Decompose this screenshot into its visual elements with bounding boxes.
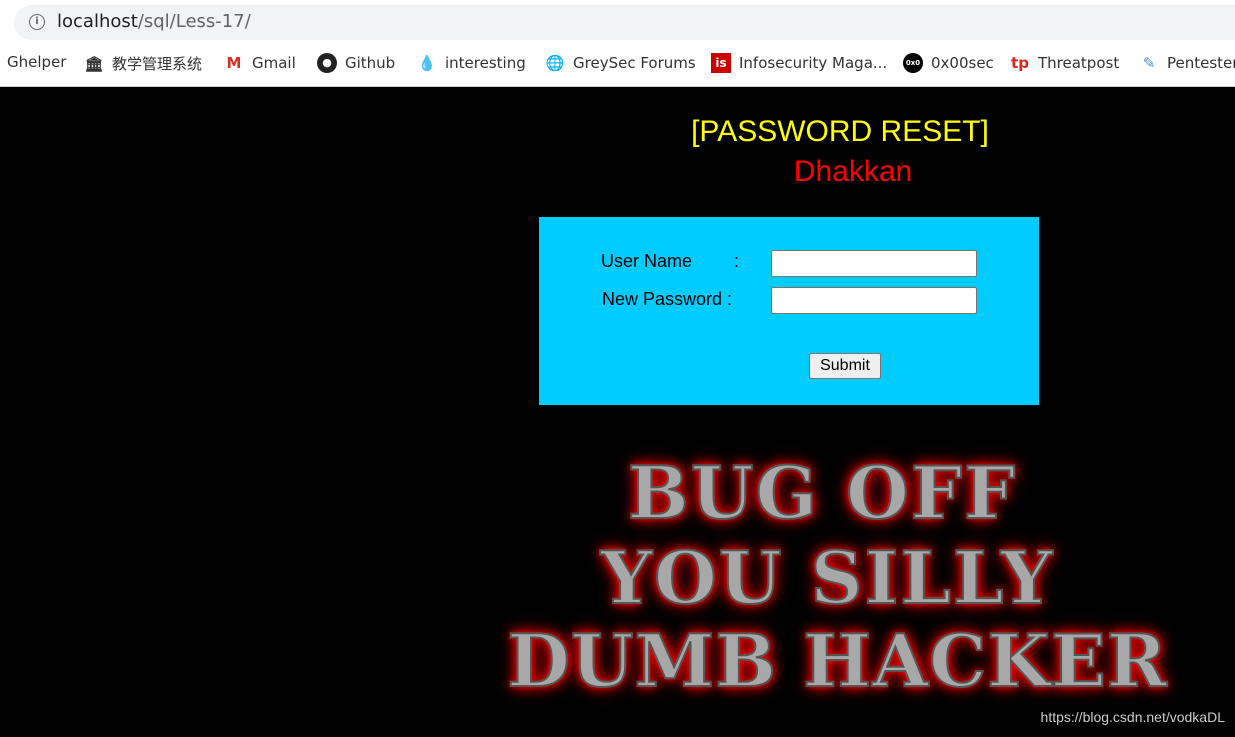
submit-button[interactable]: Submit <box>809 353 881 379</box>
username-colon: : <box>734 251 740 271</box>
url-text[interactable]: localhost/sql/Less-17/ <box>57 11 251 32</box>
bookmark-pentester[interactable]: ✎ Pentester <box>1139 53 1235 73</box>
username-label: User Name <box>601 251 693 271</box>
github-icon: ● <box>317 53 337 73</box>
banner-line: BUG OFF <box>627 449 1018 536</box>
banner-line: DUMB HACKER <box>506 617 1168 704</box>
gmail-icon: M <box>226 54 242 72</box>
bookmark-gmail[interactable]: M Gmail <box>224 53 296 73</box>
bookmark-threatpost[interactable]: tp Threatpost <box>1010 53 1119 73</box>
new-password-input[interactable] <box>771 287 977 314</box>
bookmark-0x00sec[interactable]: 0x0 0x00sec <box>903 53 994 73</box>
threatpost-icon: tp <box>1011 54 1029 72</box>
username-input[interactable] <box>771 250 977 277</box>
password-label: New Password : <box>602 289 733 309</box>
bookmark-ghelper[interactable]: Ghelper <box>7 53 66 71</box>
pencil-icon: ✎ <box>1142 54 1156 72</box>
page-title: [PASSWORD RESET] <box>691 115 989 148</box>
building-icon: 🏛 <box>84 54 104 73</box>
watermark: https://blog.csdn.net/vodkaDL <box>1040 709 1225 725</box>
browser-chrome: i localhost/sql/Less-17/ Ghelper 🏛 教学管理系统… <box>0 0 1235 87</box>
bookmark-greysec[interactable]: 🌐 GreySec Forums <box>545 53 696 73</box>
banner-line: YOU SILLY <box>600 534 1055 621</box>
0x00sec-icon: 0x0 <box>903 53 923 73</box>
password-reset-form: User Name : New Password : Submit <box>539 217 1039 405</box>
drupal-icon: 💧 <box>417 54 437 72</box>
bookmark-jiaoxue[interactable]: 🏛 教学管理系统 <box>84 53 202 74</box>
bookmark-interesting[interactable]: 💧 interesting <box>417 53 526 73</box>
globe-icon: 🌐 <box>545 54 565 72</box>
bookmark-infosecurity[interactable]: is Infosecurity Maga... <box>711 53 887 73</box>
bookmark-github[interactable]: ● Github <box>317 53 395 73</box>
infosecurity-icon: is <box>711 53 731 73</box>
address-bar[interactable]: i localhost/sql/Less-17/ <box>14 5 1235 40</box>
page-subtitle: Dhakkan <box>793 155 913 188</box>
info-icon[interactable]: i <box>29 14 45 30</box>
